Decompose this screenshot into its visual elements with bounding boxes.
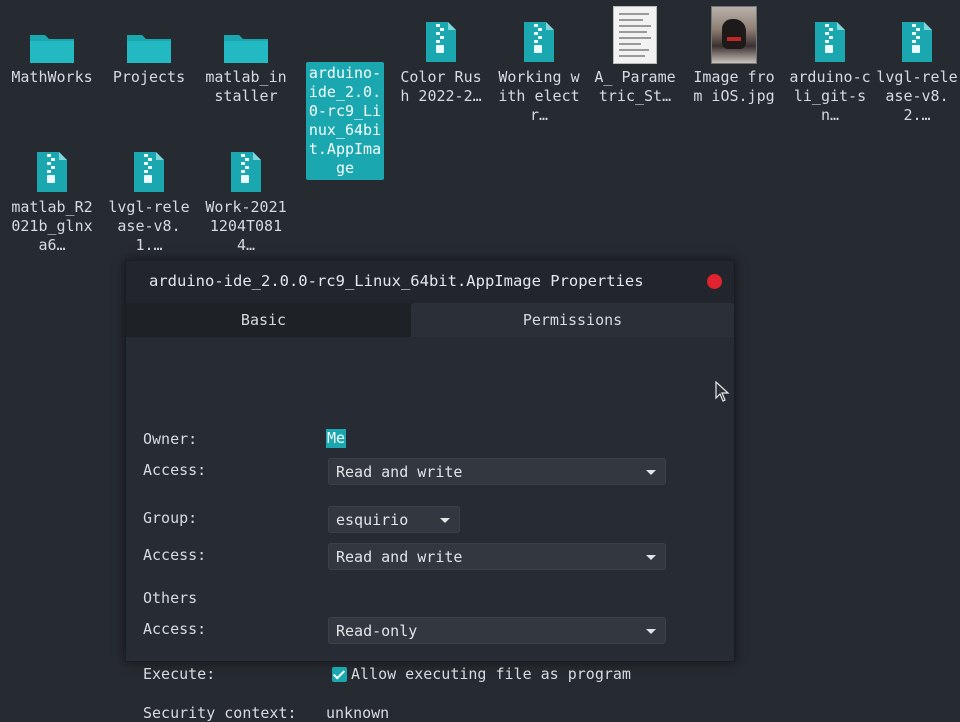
desktop-icon-parametric-st[interactable]: A_ Parametric_St… xyxy=(594,2,676,106)
others-label: Others xyxy=(143,589,198,607)
archive-icon xyxy=(229,136,263,194)
owner-access-label: Access: xyxy=(143,461,207,479)
desktop-icon-matlab-installer[interactable]: matlab_installer xyxy=(205,6,287,106)
execute-checkbox[interactable] xyxy=(332,667,347,682)
others-access-label: Access: xyxy=(143,620,207,638)
owner-label: Owner: xyxy=(143,430,198,448)
desktop-icon-label: Image from iOS.jpg xyxy=(693,68,775,105)
desktop-icon-lvgl-release-v81[interactable]: lvgl-release-v8.1.… xyxy=(108,136,190,255)
desktop-icon-image-from-ios[interactable]: Image from iOS.jpg xyxy=(693,2,775,106)
mouse-pointer-icon xyxy=(715,381,730,402)
desktop-icon-label: arduino-cli_git-sn… xyxy=(789,68,871,124)
desktop-icon-color-rush[interactable]: Color Rush 2022-2… xyxy=(400,6,482,106)
desktop-icon-label: Working with electr… xyxy=(498,68,580,124)
group-access-label: Access: xyxy=(143,546,207,564)
chevron-down-icon xyxy=(646,470,656,475)
desktop-icon-working-with-electr[interactable]: Working with electr… xyxy=(498,6,580,125)
dialog-tabs: Basic Permissions xyxy=(126,303,734,337)
document-thumbnail-icon xyxy=(613,2,657,64)
tab-spacer xyxy=(401,303,411,337)
properties-dialog: arduino-ide_2.0.0-rc9_Linux_64bit.AppIma… xyxy=(125,260,735,722)
archive-icon xyxy=(813,6,847,64)
close-icon[interactable] xyxy=(707,274,722,289)
execute-label: Execute: xyxy=(143,665,216,683)
desktop-icon-label: Projects xyxy=(112,68,186,86)
chevron-down-icon xyxy=(440,518,450,523)
security-context-label: Security context: xyxy=(143,704,297,722)
group-access-value: Read and write xyxy=(336,547,463,566)
folder-icon xyxy=(126,6,172,64)
tab-basic[interactable]: Basic xyxy=(126,303,401,337)
desktop-icon-projects[interactable]: Projects xyxy=(108,6,190,87)
desktop-icon-label: matlab_installer xyxy=(205,68,287,105)
archive-icon xyxy=(35,136,69,194)
desktop-icon-work-2021[interactable]: Work-20211204T0814… xyxy=(205,136,287,255)
dialog-titlebar[interactable]: arduino-ide_2.0.0-rc9_Linux_64bit.AppIma… xyxy=(126,261,734,303)
execute-checkbox-label[interactable]: Allow executing file as program xyxy=(351,665,631,683)
desktop-icon-label: matlab_R2021b_glnxa6… xyxy=(11,198,93,254)
folder-icon xyxy=(223,6,269,64)
archive-icon xyxy=(424,6,458,64)
others-access-value: Read-only xyxy=(336,621,418,640)
desktop-icon-arduino-cli[interactable]: arduino-cli_git-sn… xyxy=(789,6,871,125)
desktop-icon-lvgl-release-v82[interactable]: lvgl-release-v8.2.… xyxy=(876,6,958,125)
archive-icon xyxy=(522,6,556,64)
group-access-select[interactable]: Read and write xyxy=(328,543,666,570)
desktop-icon-matlab-r2021b[interactable]: matlab_R2021b_glnxa6… xyxy=(11,136,93,255)
desktop-icon-label: lvgl-release-v8.1.… xyxy=(108,198,190,254)
desktop-icon-arduino-ide-appimage[interactable]: arduino-ide_2.0.0-rc9_Linux_64bit.AppIma… xyxy=(304,6,386,180)
image-thumbnail-icon xyxy=(711,2,757,64)
others-access-select[interactable]: Read-only xyxy=(328,617,666,644)
owner-access-value: Read and write xyxy=(336,462,463,481)
chevron-down-icon xyxy=(646,555,656,560)
desktop-icon-label: arduino-ide_2.0.0-rc9_Linux_64bit.AppIma… xyxy=(306,62,384,180)
dialog-title: arduino-ide_2.0.0-rc9_Linux_64bit.AppIma… xyxy=(149,272,644,290)
group-select[interactable]: esquirio xyxy=(328,506,460,533)
desktop-icon-label: Work-20211204T0814… xyxy=(205,198,287,254)
folder-icon xyxy=(29,6,75,64)
desktop-icon-label: lvgl-release-v8.2.… xyxy=(876,68,958,124)
desktop-icon-label: Color Rush 2022-2… xyxy=(400,68,482,105)
archive-icon xyxy=(900,6,934,64)
owner-access-select[interactable]: Read and write xyxy=(328,458,666,485)
tab-permissions[interactable]: Permissions xyxy=(411,303,734,337)
desktop-icon-label: MathWorks xyxy=(11,68,93,86)
archive-icon xyxy=(132,136,166,194)
group-label: Group: xyxy=(143,509,198,527)
owner-value: Me xyxy=(326,429,347,448)
desktop-icon-mathworks[interactable]: MathWorks xyxy=(11,6,93,87)
security-context-value: unknown xyxy=(326,704,390,722)
group-value: esquirio xyxy=(336,510,409,529)
desktop-icon-label: A_ Parametric_St… xyxy=(594,68,676,105)
chevron-down-icon xyxy=(646,629,656,634)
